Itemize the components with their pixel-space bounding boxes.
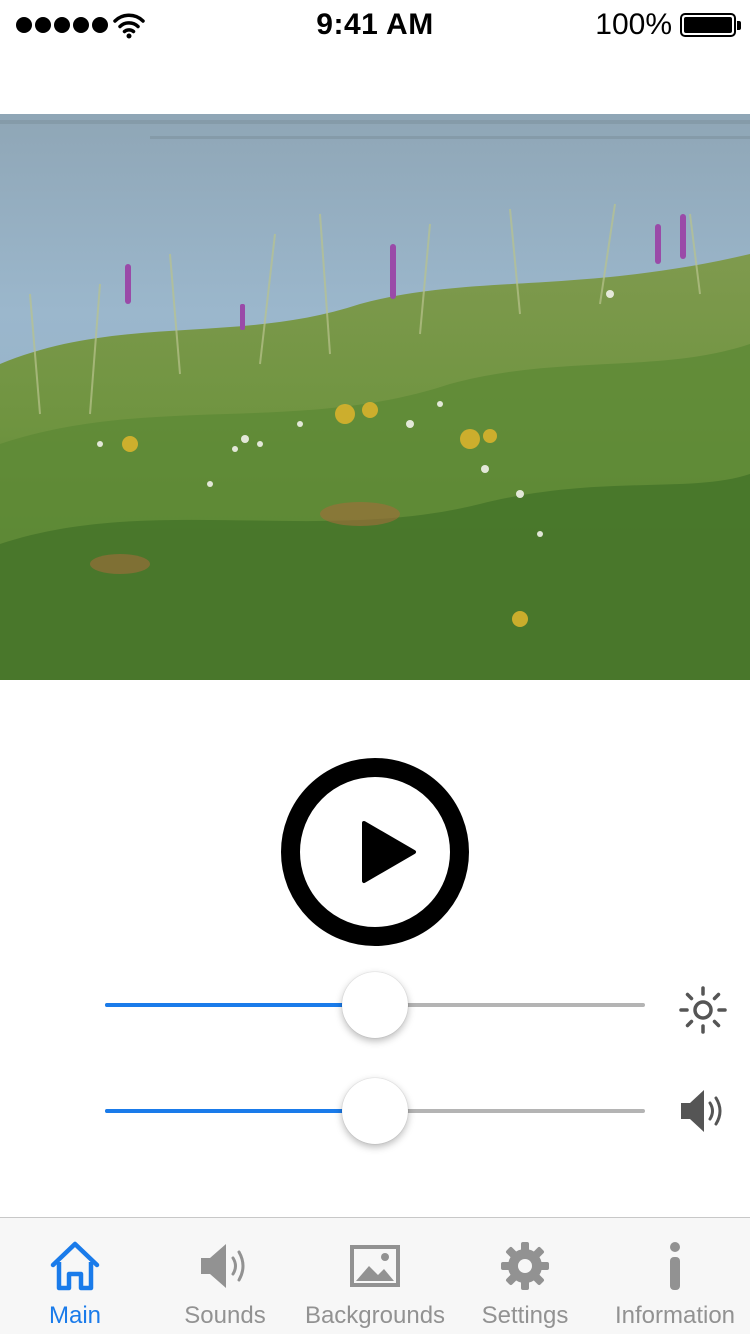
play-icon — [362, 821, 416, 883]
tab-information[interactable]: Information — [600, 1218, 750, 1334]
tab-sounds-label: Sounds — [184, 1302, 266, 1329]
background-photo — [0, 114, 750, 680]
tab-information-label: Information — [614, 1302, 736, 1329]
brightness-slider-thumb[interactable] — [342, 972, 408, 1038]
brightness-slider-fill — [105, 1003, 375, 1007]
brightness-slider[interactable] — [105, 970, 645, 1040]
info-icon — [670, 1242, 680, 1290]
battery-percentage: 100% — [595, 8, 672, 41]
speaker-icon — [201, 1244, 245, 1288]
tab-settings-label: Settings — [481, 1302, 569, 1329]
tab-sounds[interactable]: Sounds — [150, 1218, 300, 1334]
home-icon — [50, 1241, 100, 1291]
sun-icon — [679, 986, 727, 1034]
volume-slider-fill — [105, 1109, 375, 1113]
tab-bar: Main Sounds Backgrounds Settings Informa… — [0, 1217, 750, 1334]
gear-icon — [501, 1242, 549, 1290]
tab-main[interactable]: Main — [0, 1218, 150, 1334]
battery-icon — [680, 13, 741, 37]
play-button[interactable] — [281, 758, 469, 946]
image-icon — [350, 1245, 400, 1287]
lake-meadow-photo — [0, 114, 750, 680]
status-bar: 9:41 AM 100% — [0, 0, 750, 50]
volume-slider[interactable] — [105, 1076, 645, 1146]
tab-main-label: Main — [48, 1302, 102, 1329]
tab-backgrounds-label: Backgrounds — [304, 1302, 446, 1329]
tab-backgrounds[interactable]: Backgrounds — [300, 1218, 450, 1334]
speaker-icon — [681, 1090, 722, 1132]
volume-slider-thumb[interactable] — [342, 1078, 408, 1144]
tab-settings[interactable]: Settings — [450, 1218, 600, 1334]
